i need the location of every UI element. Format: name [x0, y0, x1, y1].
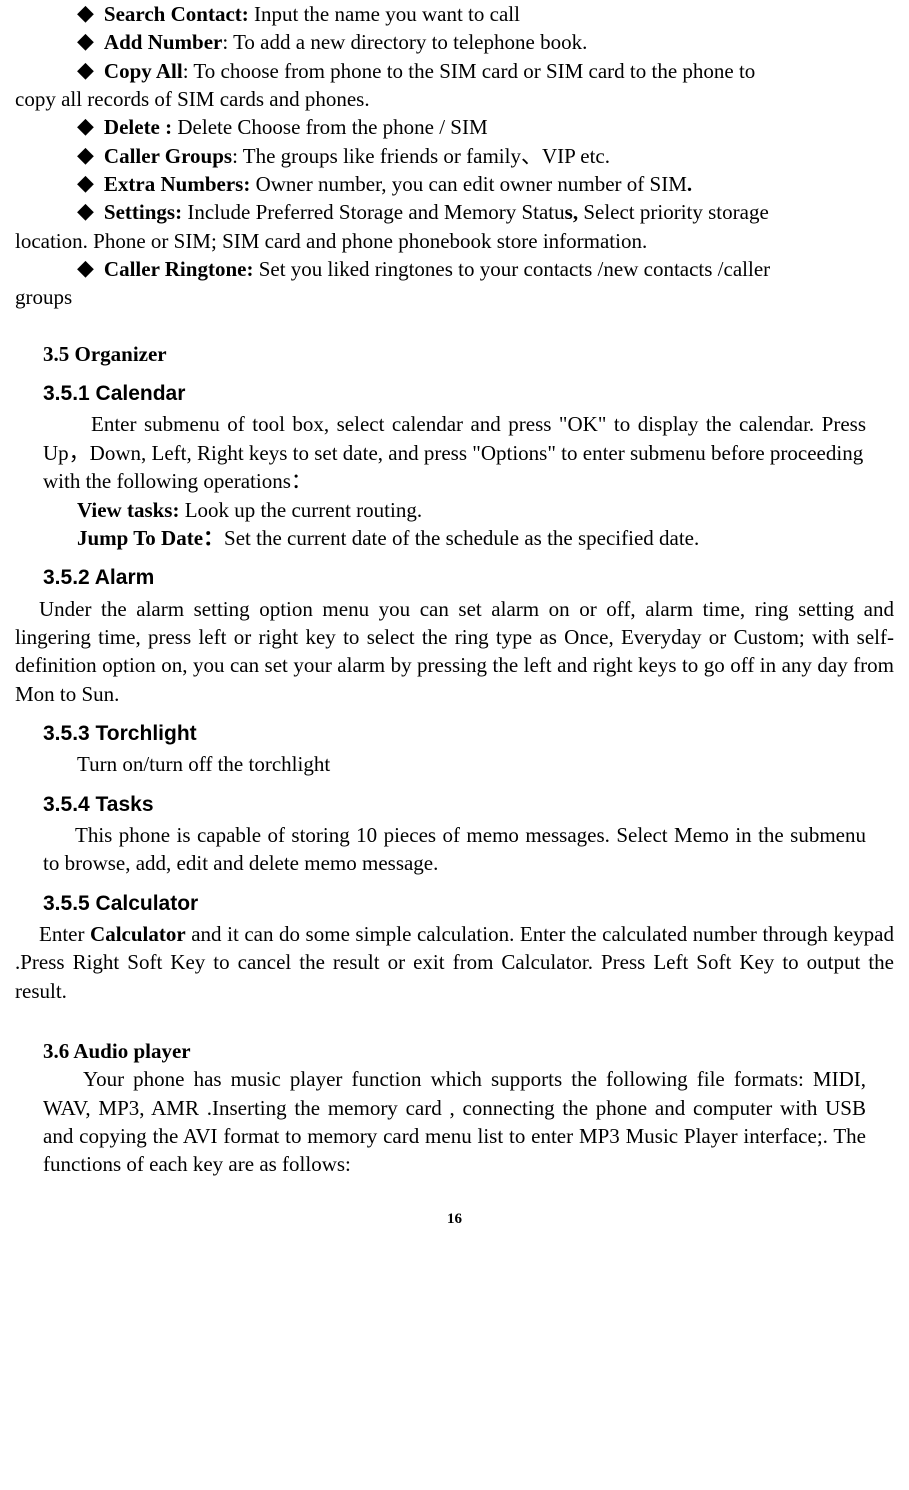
jump-label: Jump To Date： [77, 526, 224, 550]
bullet-text2: Select priority storage [578, 200, 769, 224]
view-tasks-text: Look up the current routing. [179, 498, 422, 522]
calculator-body: Enter Calculator and it can do some simp… [15, 920, 894, 1005]
bullet-item: ◆ Delete : Delete Choose from the phone … [15, 113, 894, 141]
sub-heading-calculator: 3.5.5 Calculator [43, 890, 894, 918]
calendar-paragraph: Enter submenu of tool box, select calend… [43, 410, 866, 467]
calc-bold: Calculator [90, 922, 186, 946]
bullet-item: ◆ Search Contact: Input the name you wan… [15, 0, 894, 28]
diamond-icon: ◆ [77, 0, 94, 26]
bullet-title: Add Number [104, 30, 222, 54]
audio-body: Your phone has music player function whi… [43, 1065, 866, 1178]
jump-text: Set the current date of the schedule as … [224, 526, 699, 550]
bullet-item: ◆ Caller Ringtone: Set you liked rington… [15, 255, 894, 283]
bullet-item: ◆ Caller Groups: The groups like friends… [15, 142, 894, 170]
diamond-icon: ◆ [77, 57, 94, 83]
diamond-icon: ◆ [77, 170, 94, 196]
diamond-icon: ◆ [77, 198, 94, 224]
alarm-body: Under the alarm setting option menu you … [15, 595, 894, 708]
bullet-tail: . [687, 172, 692, 196]
bullet-title: Settings: [104, 200, 182, 224]
section-heading-audio: 3.6 Audio player [43, 1037, 894, 1065]
calc-pre: Enter [39, 922, 90, 946]
bullet-continuation: copy all records of SIM cards and phones… [15, 85, 894, 113]
diamond-icon: ◆ [77, 255, 94, 281]
torch-body: Turn on/turn off the torchlight [77, 750, 894, 778]
sub-heading-tasks: 3.5.4 Tasks [43, 791, 894, 819]
bullet-text: Input the name you want to call [249, 2, 520, 26]
page-number: 16 [15, 1209, 894, 1229]
bullet-text: : To choose from phone to the SIM card o… [183, 59, 756, 83]
bullet-item: ◆ Extra Numbers: Owner number, you can e… [15, 170, 894, 198]
bullet-text: Set you liked ringtones to your contacts… [253, 257, 770, 281]
diamond-icon: ◆ [77, 28, 94, 54]
sub-heading-calendar: 3.5.1 Calendar [43, 380, 894, 408]
bullet-continuation: groups [15, 283, 894, 311]
bullet-title: Caller Groups [104, 144, 232, 168]
calendar-jump-to-date: Jump To Date：Set the current date of the… [77, 524, 894, 552]
bullet-title: Caller Ringtone: [104, 257, 254, 281]
diamond-icon: ◆ [77, 113, 94, 139]
bullet-text: : To add a new directory to telephone bo… [222, 30, 587, 54]
bullet-item: ◆ Settings: Include Preferred Storage an… [15, 198, 894, 226]
bullet-title: Delete : [104, 115, 172, 139]
bullet-text: Owner number, you can edit owner number … [250, 172, 687, 196]
bullet-title: Extra Numbers: [104, 172, 250, 196]
bullet-title: Copy All [104, 59, 183, 83]
sub-heading-alarm: 3.5.2 Alarm [43, 564, 894, 592]
sub-heading-torchlight: 3.5.3 Torchlight [43, 720, 894, 748]
section-heading-organizer: 3.5 Organizer [43, 340, 894, 368]
bullet-mid: s, [565, 200, 578, 224]
bullet-text: Include Preferred Storage and Memory Sta… [182, 200, 565, 224]
calendar-view-tasks: View tasks: Look up the current routing. [77, 496, 894, 524]
document-page: ◆ Search Contact: Input the name you wan… [0, 0, 909, 1249]
calendar-paragraph-2: with the following operations： [43, 467, 866, 495]
bullet-item: ◆ Add Number: To add a new directory to … [15, 28, 894, 56]
bullet-continuation: location. Phone or SIM; SIM card and pho… [15, 227, 894, 255]
bullet-title: Search Contact: [104, 2, 249, 26]
bullet-item: ◆ Copy All: To choose from phone to the … [15, 57, 894, 85]
bullet-text: Delete Choose from the phone / SIM [172, 115, 488, 139]
bullet-text: : The groups like friends or family、VIP … [232, 144, 610, 168]
diamond-icon: ◆ [77, 142, 94, 168]
tasks-body: This phone is capable of storing 10 piec… [43, 821, 866, 878]
view-tasks-label: View tasks: [77, 498, 179, 522]
